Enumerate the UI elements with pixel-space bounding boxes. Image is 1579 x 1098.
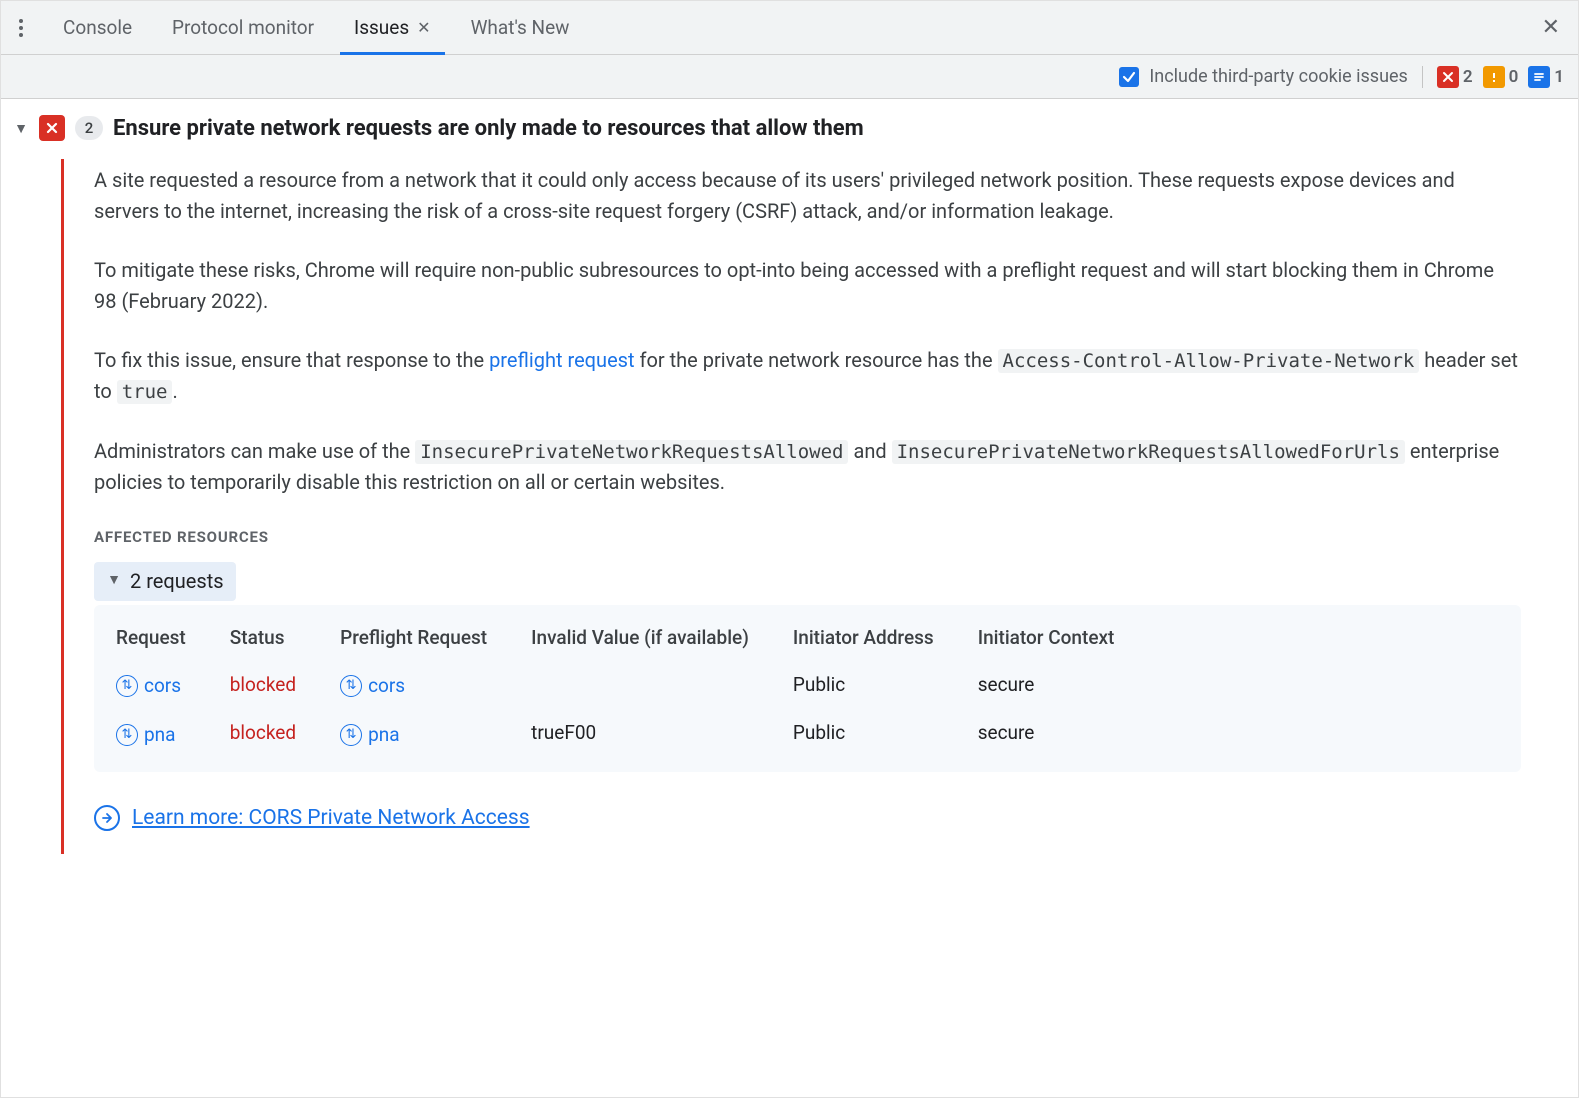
initiator-ctx-cell: secure (956, 709, 1137, 758)
affected-resources-label: AFFECTED RESOURCES (94, 526, 1521, 549)
invalid-cell (509, 660, 771, 709)
error-count-value: 2 (1463, 67, 1473, 87)
request-link[interactable]: ⇅cors (116, 671, 181, 700)
issue-paragraph: To fix this issue, ensure that response … (94, 345, 1521, 408)
network-icon: ⇅ (340, 724, 362, 746)
status-cell: blocked (208, 709, 318, 758)
warning-badge-icon (1483, 66, 1505, 88)
tab-label: What's New (471, 16, 570, 39)
close-icon[interactable]: ✕ (417, 18, 430, 37)
error-count[interactable]: 2 (1437, 66, 1473, 88)
info-badge-icon (1528, 66, 1550, 88)
requests-table: Request Status Preflight Request Invalid… (94, 615, 1136, 758)
issues-pane[interactable]: ▼ 2 Ensure private network requests are … (1, 99, 1578, 1097)
initiator-addr-cell: Public (771, 709, 956, 758)
initiator-addr-cell: Public (771, 660, 956, 709)
issue-title: Ensure private network requests are only… (113, 116, 864, 141)
issue-paragraph: A site requested a resource from a netwo… (94, 165, 1521, 227)
warning-count[interactable]: 0 (1483, 66, 1519, 88)
col-request: Request (94, 615, 208, 660)
arrow-right-icon (94, 805, 120, 831)
info-count[interactable]: 1 (1528, 66, 1564, 88)
invalid-cell: trueF00 (509, 709, 771, 758)
learn-more-link[interactable]: Learn more: CORS Private Network Access (132, 802, 530, 835)
tab-bar: Console Protocol monitor Issues ✕ What's… (1, 1, 1578, 55)
table-header-row: Request Status Preflight Request Invalid… (94, 615, 1136, 660)
code-policy: InsecurePrivateNetworkRequestsAllowed (415, 440, 848, 464)
requests-toggle[interactable]: ▼ 2 requests (94, 562, 236, 601)
include-third-party-checkbox[interactable] (1119, 67, 1139, 87)
tab-issues[interactable]: Issues ✕ (336, 1, 449, 54)
requests-toggle-label: 2 requests (130, 566, 224, 597)
col-invalid: Invalid Value (if available) (509, 615, 771, 660)
error-icon (39, 115, 65, 141)
issues-toolbar: Include third-party cookie issues 2 0 1 (1, 55, 1578, 99)
code-header-value: true (117, 380, 173, 404)
more-menu-icon[interactable] (9, 16, 33, 40)
tab-label: Console (63, 16, 132, 39)
requests-table-wrap: Request Status Preflight Request Invalid… (94, 605, 1521, 772)
status-cell: blocked (208, 660, 318, 709)
table-row: ⇅pna blocked ⇅pna trueF00 Public secure (94, 709, 1136, 758)
col-preflight: Preflight Request (318, 615, 509, 660)
col-initiator-ctx: Initiator Context (956, 615, 1137, 660)
preflight-link[interactable]: ⇅pna (340, 720, 400, 749)
code-header-name: Access-Control-Allow-Private-Network (998, 349, 1420, 373)
table-row: ⇅cors blocked ⇅cors Public secure (94, 660, 1136, 709)
network-icon: ⇅ (116, 675, 138, 697)
learn-more-row: Learn more: CORS Private Network Access (94, 802, 1521, 835)
include-third-party-label: Include third-party cookie issues (1149, 66, 1407, 87)
issue-body: A site requested a resource from a netwo… (61, 159, 1521, 854)
devtools-window: Console Protocol monitor Issues ✕ What's… (0, 0, 1579, 1098)
network-icon: ⇅ (340, 675, 362, 697)
tab-label: Protocol monitor (172, 16, 314, 39)
preflight-link[interactable]: ⇅cors (340, 671, 405, 700)
code-policy: InsecurePrivateNetworkRequestsAllowedFor… (892, 440, 1405, 464)
issue-paragraph: Administrators can make use of the Insec… (94, 436, 1521, 498)
expand-icon[interactable]: ▼ (13, 120, 29, 137)
network-icon: ⇅ (116, 724, 138, 746)
tab-protocol-monitor[interactable]: Protocol monitor (154, 1, 332, 54)
issue-paragraph: To mitigate these risks, Chrome will req… (94, 255, 1521, 317)
chevron-down-icon: ▼ (106, 570, 122, 592)
request-link[interactable]: ⇅pna (116, 720, 176, 749)
col-initiator-addr: Initiator Address (771, 615, 956, 660)
tab-label: Issues (354, 16, 409, 39)
preflight-request-link[interactable]: preflight request (489, 348, 634, 372)
warning-count-value: 0 (1509, 67, 1519, 87)
close-panel-icon[interactable]: ✕ (1532, 15, 1570, 40)
issue-header[interactable]: ▼ 2 Ensure private network requests are … (13, 115, 1556, 141)
error-badge-icon (1437, 66, 1459, 88)
tab-whats-new[interactable]: What's New (453, 1, 588, 54)
col-status: Status (208, 615, 318, 660)
tab-console[interactable]: Console (45, 1, 150, 54)
issue-count-badge: 2 (75, 116, 103, 140)
initiator-ctx-cell: secure (956, 660, 1137, 709)
info-count-value: 1 (1554, 67, 1564, 87)
divider (1422, 66, 1423, 88)
